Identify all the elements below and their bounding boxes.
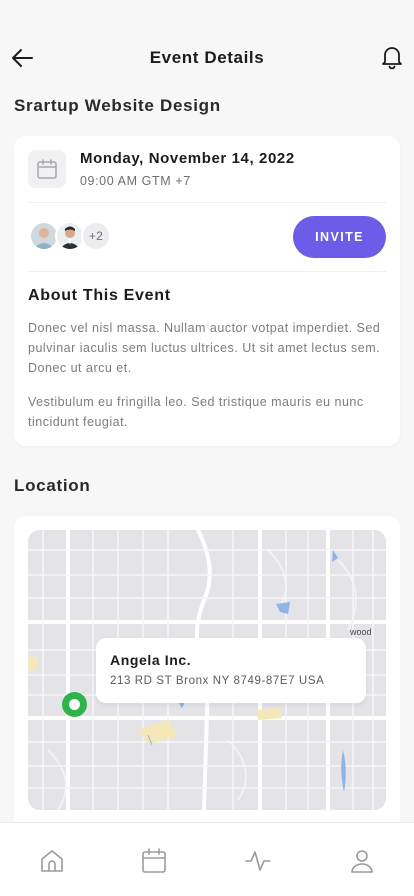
page-title: Event Details xyxy=(149,48,265,67)
tab-profile[interactable] xyxy=(348,847,376,875)
location-title: Location xyxy=(14,476,91,495)
calendar-icon xyxy=(37,159,57,179)
event-card: Monday, November 14, 2022 09:00 AM GTM +… xyxy=(14,136,400,446)
map-label: wood xyxy=(350,627,372,637)
bell-icon xyxy=(382,47,402,70)
place-address: 213 RD ST Bronx NY 8749-87E7 USA xyxy=(110,675,325,687)
event-date: Monday, November 14, 2022 xyxy=(80,150,295,167)
tab-home[interactable] xyxy=(38,847,66,875)
notifications-button[interactable] xyxy=(380,44,404,70)
activity-icon xyxy=(245,851,271,871)
place-name: Angela Inc. xyxy=(110,652,192,668)
event-time: 09:00 AM GTM +7 xyxy=(80,174,191,188)
location-pin-icon[interactable] xyxy=(62,692,87,717)
date-icon-box xyxy=(28,150,66,188)
bottom-tab-bar xyxy=(0,822,414,896)
home-icon xyxy=(41,850,63,872)
divider xyxy=(28,271,386,272)
divider xyxy=(28,202,386,203)
event-name: Srartup Website Design xyxy=(14,96,221,115)
profile-icon xyxy=(351,850,373,873)
calendar-icon xyxy=(142,848,166,873)
pin-center xyxy=(69,699,80,710)
location-card: wood Angela Inc. 213 RD ST Bronx NY 8749… xyxy=(14,516,400,826)
location-popup[interactable]: Angela Inc. 213 RD ST Bronx NY 8749-87E7… xyxy=(96,638,366,703)
about-paragraph: Vestibulum eu fringilla leo. Sed tristiq… xyxy=(28,395,364,429)
tab-calendar[interactable] xyxy=(140,847,168,875)
about-paragraph: Donec vel nisl massa. Nullam auctor votp… xyxy=(28,321,381,375)
tab-activity[interactable] xyxy=(244,847,272,875)
about-title: About This Event xyxy=(28,287,171,304)
top-bar: Event Details xyxy=(0,38,414,78)
more-attendees-badge: +2 xyxy=(81,221,111,251)
map[interactable]: wood Angela Inc. 213 RD ST Bronx NY 8749… xyxy=(28,530,386,810)
invite-button[interactable]: INVITE xyxy=(293,216,386,258)
attendee-avatars[interactable]: +2 xyxy=(29,221,119,253)
